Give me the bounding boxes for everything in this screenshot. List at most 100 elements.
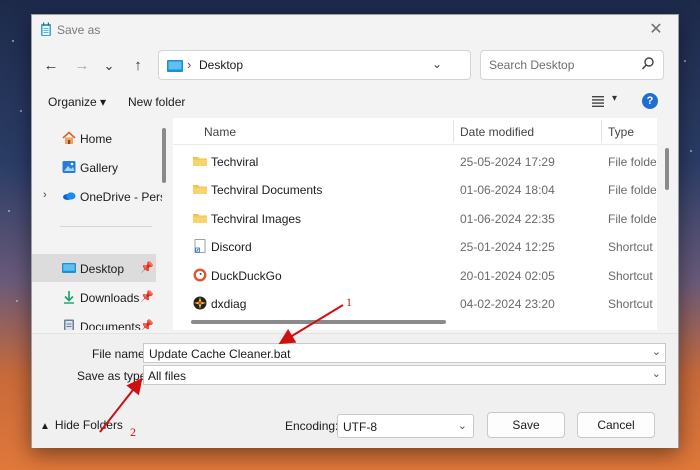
column-header-name[interactable]: Name [204, 125, 236, 139]
view-dropdown-icon[interactable]: ▾ [612, 93, 617, 104]
home-icon [62, 131, 76, 144]
pin-icon[interactable]: 📌 [140, 290, 154, 303]
file-date: 25-01-2024 12:25 [460, 240, 555, 254]
file-date: 01-06-2024 22:35 [460, 212, 555, 226]
navigation-pane: Home Gallery › OneDrive - Perso Desktop … [32, 118, 162, 330]
sidebar-item-label: Desktop [80, 262, 125, 276]
file-row[interactable]: DuckDuckGo 20-01-2024 02:05 Shortcut [173, 261, 657, 289]
file-row[interactable]: dxdiag 04-02-2024 23:20 Shortcut [173, 289, 657, 317]
column-header-date[interactable]: Date modified [460, 125, 534, 139]
new-folder-button[interactable]: New folder [128, 95, 185, 109]
search-box[interactable] [480, 50, 664, 80]
dxdiag-icon [193, 296, 207, 310]
file-type: File folder [608, 183, 657, 197]
file-date: 04-02-2024 23:20 [460, 297, 555, 311]
command-bar: Organize ▾ New folder ▾ ? [32, 89, 678, 115]
file-date: 20-01-2024 02:05 [460, 269, 555, 283]
file-name: Techviral [211, 155, 259, 169]
recent-locations-button[interactable]: ⌄ [98, 55, 120, 77]
sidebar-item-desktop[interactable]: Desktop 📌 [32, 254, 156, 282]
file-name: DuckDuckGo [211, 269, 282, 283]
sidebar-item-gallery[interactable]: Gallery [32, 153, 156, 181]
save-as-type-dropdown-icon[interactable]: ⌄ [652, 367, 661, 380]
file-list: ⌃ Name Date modified Type Techviral 25-0… [173, 118, 657, 330]
organize-menu[interactable]: Organize ▾ [48, 95, 106, 109]
desktop-folder-icon [167, 60, 183, 72]
sidebar-item-downloads[interactable]: Downloads 📌 [32, 283, 156, 311]
horizontal-scroll-thumb[interactable] [191, 320, 446, 324]
folder-icon [193, 185, 207, 194]
column-header-type[interactable]: Type [608, 125, 634, 139]
file-type: Shortcut [608, 297, 653, 311]
file-row[interactable]: Techviral Documents 01-06-2024 18:04 Fil… [173, 175, 657, 203]
up-button[interactable]: ↑ [127, 55, 149, 77]
file-name-input[interactable] [147, 346, 611, 362]
file-date: 25-05-2024 17:29 [460, 155, 555, 169]
gallery-icon [62, 161, 76, 173]
folder-icon [193, 214, 207, 223]
forward-button[interactable]: → [71, 55, 93, 77]
encoding-select[interactable]: UTF-8 ⌄ [337, 414, 474, 438]
save-as-type-select[interactable]: All files ⌄ [143, 365, 666, 385]
encoding-dropdown-icon[interactable]: ⌄ [458, 419, 467, 432]
save-button[interactable]: Save [487, 412, 565, 438]
address-bar[interactable]: › Desktop ⌄ ⟳ [158, 50, 498, 80]
vertical-scroll-thumb[interactable] [665, 148, 669, 190]
file-name: dxdiag [211, 297, 247, 311]
save-as-dialog: Save as ✕ ← → ⌄ ↑ › Desktop ⌄ ⟳ Organiz [31, 14, 679, 448]
sidebar-item-label: Home [80, 132, 113, 146]
sidebar-item-label: Downloads [80, 291, 140, 305]
file-name-dropdown-icon[interactable]: ⌄ [652, 345, 661, 358]
view-options-icon[interactable] [592, 96, 604, 107]
file-type: File folder [608, 212, 657, 226]
notepad-icon [41, 22, 51, 36]
duckduckgo-icon [193, 268, 207, 282]
sidebar-item-label: Documents [80, 320, 141, 330]
help-button[interactable]: ? [642, 93, 658, 109]
expand-chevron-icon[interactable]: › [43, 189, 47, 201]
save-as-type-value: All files [148, 369, 187, 383]
search-icon [641, 57, 654, 70]
file-row[interactable]: Techviral Images 01-06-2024 22:35 File f… [173, 204, 657, 232]
sidebar-item-label: Gallery [80, 161, 119, 175]
sidebar-divider [60, 226, 152, 227]
file-date: 01-06-2024 18:04 [460, 183, 555, 197]
window-title: Save as [57, 23, 101, 37]
breadcrumb-desktop[interactable]: Desktop [199, 58, 243, 72]
hide-folders-label: Hide Folders [54, 418, 123, 432]
save-options-panel: File name: ⌄ Save as type: All files ⌄ ▲… [32, 333, 678, 448]
collapse-caret-icon: ▲ [40, 421, 50, 432]
vertical-scrollbar[interactable] [663, 118, 671, 330]
documents-icon [64, 319, 74, 330]
cancel-button[interactable]: Cancel [577, 412, 655, 438]
file-name: Techviral Images [211, 212, 302, 226]
address-dropdown-icon[interactable]: ⌄ [432, 57, 442, 71]
column-separator[interactable] [453, 120, 454, 142]
annotation-label-2: 2 [130, 425, 136, 439]
folder-icon [193, 157, 207, 166]
column-separator[interactable] [601, 120, 602, 142]
sidebar-scrollbar[interactable] [162, 118, 167, 330]
sidebar-item-home[interactable]: Home [32, 124, 156, 152]
desktop-icon [62, 263, 76, 273]
sort-caret-icon: ⌃ [321, 118, 330, 125]
column-header-row: ⌃ Name Date modified Type [173, 118, 657, 145]
sidebar-item-onedrive[interactable]: › OneDrive - Perso [32, 182, 162, 210]
search-input[interactable] [487, 57, 631, 73]
sidebar-item-documents[interactable]: Documents 📌 [32, 312, 156, 330]
sidebar-item-label: OneDrive - Perso [80, 190, 162, 204]
hide-folders-toggle[interactable]: ▲ Hide Folders [40, 418, 123, 432]
pin-icon[interactable]: 📌 [140, 261, 154, 274]
encoding-value: UTF-8 [343, 420, 377, 434]
sidebar-scroll-thumb[interactable] [162, 128, 166, 183]
file-row[interactable]: Discord 25-01-2024 12:25 Shortcut [173, 232, 657, 260]
file-name: Techviral Documents [211, 183, 323, 197]
back-button[interactable]: ← [40, 55, 62, 77]
file-row[interactable]: Techviral 25-05-2024 17:29 File folder [173, 147, 657, 175]
close-button[interactable]: ✕ [644, 20, 668, 40]
pin-icon[interactable]: 📌 [140, 319, 154, 330]
title-bar: Save as ✕ [32, 15, 678, 45]
file-name-field[interactable]: ⌄ [143, 343, 666, 363]
horizontal-scrollbar[interactable] [191, 318, 651, 326]
file-name-label: File name: [92, 347, 149, 361]
